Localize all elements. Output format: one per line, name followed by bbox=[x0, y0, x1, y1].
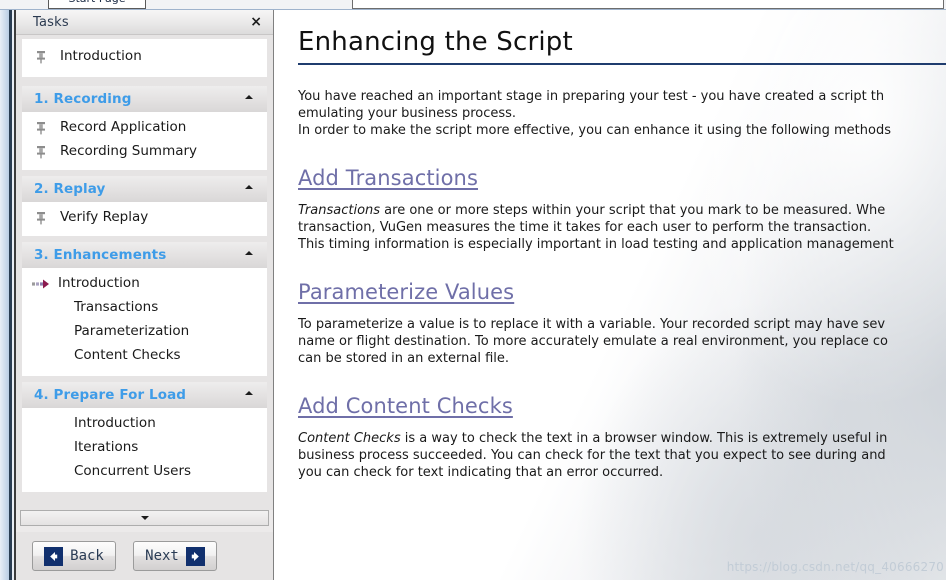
pin-icon bbox=[34, 145, 48, 159]
intro-line-1: You have reached an important stage in p… bbox=[298, 88, 885, 104]
sidebar-group-enhancements: 3. Enhancements Introduction Transaction… bbox=[22, 242, 267, 376]
sidebar-item-verify-replay[interactable]: Verify Replay bbox=[22, 206, 267, 230]
sidebar-item-iterations[interactable]: Iterations bbox=[22, 436, 267, 460]
section-0-line-2: transaction, VuGen measures the time it … bbox=[298, 219, 872, 235]
wizard-nav-bar: Back Next bbox=[16, 532, 273, 580]
section-2-line-2: business process succeeded. You can chec… bbox=[298, 447, 886, 463]
sidebar-item-label: Introduction bbox=[58, 275, 140, 292]
content-body: Enhancing the Script You have reached an… bbox=[275, 10, 946, 481]
sidebar-group-items: Verify Replay bbox=[22, 202, 267, 236]
section-body-parameterize-values: To parameterize a value is to replace it… bbox=[298, 316, 946, 367]
section-0-line-1-rest: are one or more steps within your script… bbox=[380, 202, 886, 218]
sidebar-item-label: Concurrent Users bbox=[74, 463, 192, 480]
section-2-line-3: you can check for text indicating that a… bbox=[298, 464, 664, 480]
arrow-right-icon bbox=[32, 278, 50, 290]
sidebar-group-items: Introduction Transactions Parameterizati… bbox=[22, 268, 267, 376]
watermark: https://blog.csdn.net/qq_40666270 bbox=[726, 560, 944, 574]
section-1-line-3: can be stored in an external file. bbox=[298, 350, 510, 366]
next-button-label: Next bbox=[145, 548, 179, 564]
sidebar-item-transactions[interactable]: Transactions bbox=[22, 296, 267, 320]
pin-icon bbox=[34, 211, 48, 225]
close-icon[interactable]: × bbox=[248, 15, 264, 29]
sidebar-item-concurrent-users[interactable]: Concurrent Users bbox=[22, 460, 267, 484]
sidebar-item-label: Introduction bbox=[74, 415, 156, 432]
section-2-line-1-rest: is a way to check the text in a browser … bbox=[400, 430, 888, 446]
intro-line-2: emulating your business process. bbox=[298, 105, 517, 121]
sidebar-group-header-replay[interactable]: 2. Replay bbox=[22, 176, 267, 202]
pin-icon bbox=[34, 50, 48, 64]
sidebar-group-title: 2. Replay bbox=[34, 181, 106, 197]
sidebar-item-label: Content Checks bbox=[74, 347, 181, 364]
sidebar-item-recording-summary[interactable]: Recording Summary bbox=[22, 140, 267, 164]
top-tab-strip: Start Page bbox=[0, 0, 946, 10]
sidebar-group-header-prepare-for-load[interactable]: 4. Prepare For Load bbox=[22, 382, 267, 408]
intro-paragraph: You have reached an important stage in p… bbox=[298, 88, 946, 139]
sidebar-item-introduction[interactable]: Introduction bbox=[22, 45, 267, 69]
section-0-lead-italic: Transactions bbox=[298, 202, 381, 218]
chevron-up-icon[interactable] bbox=[245, 251, 253, 255]
chevron-up-icon[interactable] bbox=[245, 391, 253, 395]
back-button-label: Back bbox=[70, 548, 104, 564]
section-1-line-1: To parameterize a value is to replace it… bbox=[298, 316, 886, 332]
sidebar-item-label: Transactions bbox=[74, 299, 159, 316]
section-2-line-1: Content Checks is a way to check the tex… bbox=[298, 430, 946, 447]
sidebar-item-label: Parameterization bbox=[74, 323, 190, 340]
toolbar-glyphs bbox=[200, 0, 350, 8]
sidebar-item-label: Recording Summary bbox=[60, 143, 198, 160]
scroll-down-button[interactable] bbox=[20, 510, 269, 526]
next-button[interactable]: Next bbox=[133, 541, 217, 571]
task-intro-block: Introduction bbox=[22, 39, 267, 77]
page-title: Enhancing the Script bbox=[298, 27, 573, 57]
arrow-right-icon bbox=[185, 546, 205, 566]
sidebar-group-title: 3. Enhancements bbox=[34, 247, 167, 263]
pin-icon bbox=[34, 121, 48, 135]
section-heading-add-content-checks[interactable]: Add Content Checks bbox=[298, 394, 513, 418]
back-button[interactable]: Back bbox=[32, 541, 116, 571]
section-0-line-1: Transactions are one or more steps withi… bbox=[298, 202, 946, 219]
sidebar-item-label: Iterations bbox=[74, 439, 139, 456]
section-heading-parameterize-values[interactable]: Parameterize Values bbox=[298, 280, 514, 304]
sidebar-group-prepare-for-load: 4. Prepare For Load Introduction Iterati… bbox=[22, 382, 267, 492]
tasks-panel-header: Tasks × bbox=[16, 10, 273, 35]
tasks-list: Introduction 1. Recording Record Applica… bbox=[16, 35, 273, 510]
sidebar-group-header-recording[interactable]: 1. Recording bbox=[22, 86, 267, 112]
sidebar-group-header-enhancements[interactable]: 3. Enhancements bbox=[22, 242, 267, 268]
sidebar-item-label: Record Application bbox=[60, 119, 187, 136]
address-field[interactable] bbox=[352, 0, 944, 9]
left-rail-collapsed-panel[interactable] bbox=[0, 10, 9, 580]
section-1-line-2: name or flight destination. To more accu… bbox=[298, 333, 888, 349]
sidebar-item-record-application[interactable]: Record Application bbox=[22, 116, 267, 140]
sidebar-item-parameterization[interactable]: Parameterization bbox=[22, 320, 267, 344]
section-body-add-transactions: Transactions are one or more steps withi… bbox=[298, 202, 946, 253]
sidebar-group-recording: 1. Recording Record Application Recordin… bbox=[22, 86, 267, 170]
sidebar-group-title: 4. Prepare For Load bbox=[34, 387, 187, 403]
chevron-up-icon[interactable] bbox=[245, 95, 253, 99]
tasks-panel: Tasks × Introduction 1. Recording Record… bbox=[16, 10, 274, 580]
sidebar-item-load-introduction[interactable]: Introduction bbox=[22, 412, 267, 436]
sidebar-group-replay: 2. Replay Verify Replay bbox=[22, 176, 267, 236]
intro-line-3: In order to make the script more effecti… bbox=[298, 122, 891, 138]
section-body-add-content-checks: Content Checks is a way to check the tex… bbox=[298, 430, 946, 481]
sidebar-group-items: Introduction Iterations Concurrent Users bbox=[22, 408, 267, 492]
app-window: Start Page Tasks × bbox=[0, 0, 946, 580]
arrow-left-icon bbox=[44, 546, 64, 566]
sidebar-item-label: Verify Replay bbox=[60, 209, 149, 226]
title-divider bbox=[298, 62, 946, 65]
tab-start-page[interactable]: Start Page bbox=[48, 0, 146, 9]
sidebar-group-title: 1. Recording bbox=[34, 91, 132, 107]
section-2-lead-italic: Content Checks bbox=[298, 430, 401, 446]
sidebar-item-label: Introduction bbox=[60, 48, 142, 65]
section-0-line-3: This timing information is especially im… bbox=[298, 236, 894, 252]
section-heading-add-transactions[interactable]: Add Transactions bbox=[298, 166, 478, 190]
sidebar-item-content-checks[interactable]: Content Checks bbox=[22, 344, 267, 368]
chevron-down-icon bbox=[140, 516, 149, 520]
tasks-panel-title: Tasks bbox=[33, 14, 69, 30]
chevron-up-icon[interactable] bbox=[245, 185, 253, 189]
content-pane: Enhancing the Script You have reached an… bbox=[275, 10, 946, 580]
sidebar-item-enhancements-introduction[interactable]: Introduction bbox=[22, 272, 267, 296]
sidebar-group-items: Record Application Recording Summary bbox=[22, 112, 267, 170]
